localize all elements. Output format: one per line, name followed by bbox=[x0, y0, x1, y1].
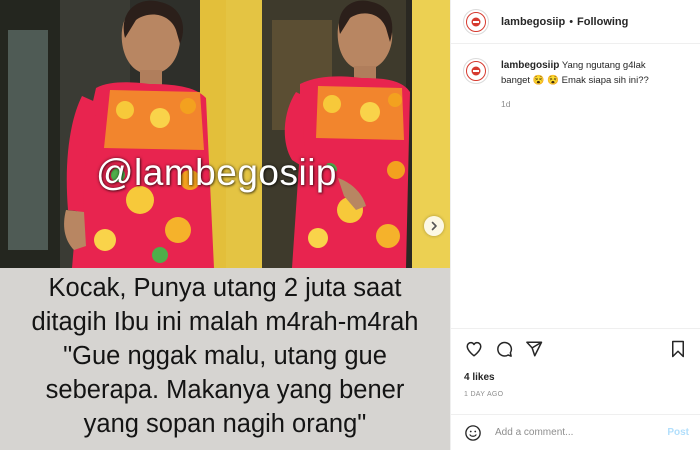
chevron-right-icon bbox=[431, 221, 437, 231]
caption-line: seberapa. Makanya yang bener bbox=[45, 376, 405, 404]
save-button[interactable] bbox=[667, 338, 689, 360]
emoji-button[interactable] bbox=[463, 423, 483, 443]
comment-button[interactable] bbox=[493, 338, 515, 360]
comment-input[interactable] bbox=[495, 427, 655, 438]
avatar-logo bbox=[466, 61, 486, 81]
caption-comment: lambegosiip Yang ngutang g4lak banget 😵 … bbox=[451, 44, 700, 112]
smiley-icon bbox=[465, 424, 481, 441]
caption-line: yang sopan nagih orang" bbox=[83, 410, 367, 438]
watermark-text: @lambegosiip bbox=[96, 152, 338, 193]
action-bar bbox=[451, 328, 700, 369]
comment-username[interactable]: lambegosiip bbox=[501, 60, 559, 71]
image-caption-box: Kocak, Punya utang 2 juta saat ditagih I… bbox=[0, 268, 450, 450]
header-username[interactable]: lambegosiip bbox=[501, 16, 565, 28]
post-media: @lambegosiip Kocak, Punya utang 2 juta s… bbox=[0, 0, 450, 450]
like-button[interactable] bbox=[463, 338, 485, 360]
logo-icon bbox=[471, 66, 481, 76]
caption-line: ditagih Ibu ini malah m4rah-m4rah bbox=[31, 308, 419, 336]
bookmark-icon bbox=[672, 340, 684, 358]
logo-icon bbox=[471, 17, 481, 26]
separator-dot: • bbox=[569, 15, 574, 28]
comment-time[interactable]: 1d bbox=[501, 97, 677, 112]
caption-line: "Gue nggak malu, utang gue bbox=[63, 342, 387, 370]
post-comment-button[interactable]: Post bbox=[667, 427, 689, 438]
post-side-panel: lambegosiip • Following lambegosiip Yang… bbox=[450, 0, 700, 450]
post-timestamp[interactable]: 1 DAY AGO bbox=[464, 391, 503, 398]
comment-icon bbox=[497, 341, 513, 357]
avatar-logo bbox=[466, 11, 486, 32]
comment-body: lambegosiip Yang ngutang g4lak banget 😵 … bbox=[501, 58, 677, 112]
avatar[interactable] bbox=[463, 58, 489, 84]
post-photo: @lambegosiip bbox=[0, 0, 450, 268]
avatar[interactable] bbox=[463, 8, 489, 35]
next-image-button[interactable] bbox=[424, 216, 444, 236]
photo-illustration bbox=[0, 0, 450, 268]
heart-icon bbox=[466, 341, 482, 357]
share-button[interactable] bbox=[523, 338, 545, 360]
following-button[interactable]: Following bbox=[577, 16, 628, 28]
post-header: lambegosiip • Following bbox=[451, 0, 700, 44]
caption-line: Kocak, Punya utang 2 juta saat bbox=[48, 274, 402, 302]
likes-count[interactable]: 4 likes bbox=[464, 372, 495, 383]
share-icon bbox=[526, 341, 543, 357]
add-comment-bar: Post bbox=[451, 414, 700, 450]
